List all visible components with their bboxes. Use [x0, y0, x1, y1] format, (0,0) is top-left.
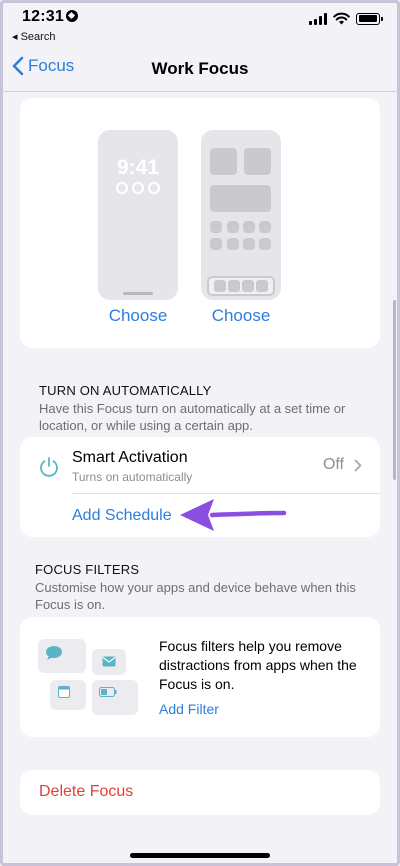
- smart-activation-title[interactable]: Smart Activation: [72, 449, 188, 467]
- filters-description: Focus filters help you remove distractio…: [159, 638, 357, 692]
- section-footer-auto: Have this Focus turn on automatically at…: [39, 401, 346, 433]
- battery-icon: [356, 12, 383, 25]
- app-tile: [227, 221, 239, 233]
- delete-focus-button[interactable]: Delete Focus: [39, 783, 133, 801]
- preview-home-bar: [123, 292, 153, 295]
- navigation-bar: Focus Work Focus: [0, 48, 400, 92]
- choose-lock-screen-button[interactable]: Choose: [93, 306, 183, 326]
- app-tile: [210, 238, 222, 250]
- app-tile: [243, 238, 255, 250]
- status-bar: 12:31 ◂ Search: [0, 0, 400, 48]
- status-time: 12:31: [22, 8, 64, 25]
- lock-screen-time: 9:41: [116, 156, 160, 179]
- add-filter-button[interactable]: Add Filter: [159, 701, 219, 717]
- app-tile: [243, 221, 255, 233]
- home-screen-preview[interactable]: [201, 130, 281, 300]
- filters-card: Focus filters help you remove distractio…: [20, 617, 380, 737]
- status-indicators: [309, 12, 383, 25]
- smart-activation-subtitle: Turns on automatically: [72, 470, 193, 484]
- calendar-filter-tile: [50, 680, 86, 710]
- mail-filter-tile: [92, 649, 126, 675]
- calendar-icon: [58, 686, 70, 698]
- scroll-indicator[interactable]: [393, 300, 396, 480]
- battery-filter-tile: [92, 680, 138, 715]
- location-icon: [66, 10, 78, 22]
- message-icon: [46, 646, 62, 660]
- lock-screen-preview[interactable]: 9:41: [98, 130, 178, 300]
- app-tile: [259, 221, 271, 233]
- screens-card: 9:41 Choose Choose: [20, 98, 380, 348]
- app-tile: [259, 238, 271, 250]
- wifi-icon: [333, 12, 350, 25]
- preview-dock: [207, 276, 275, 296]
- section-header-auto: TURN ON AUTOMATICALLY: [39, 383, 212, 398]
- signal-icon: [309, 12, 327, 25]
- app-tile: [227, 238, 239, 250]
- widget-tile: [210, 185, 271, 212]
- section-footer-filters: Customise how your apps and device behav…: [35, 580, 356, 612]
- widget-tile: [244, 148, 271, 175]
- delete-card: Delete Focus: [20, 770, 380, 815]
- battery-small-icon: [99, 687, 117, 697]
- widget-tile: [210, 148, 237, 175]
- arrow-annotation-icon: [180, 499, 287, 531]
- status-back-link[interactable]: ◂ Search: [12, 30, 55, 43]
- page-title: Work Focus: [151, 59, 249, 78]
- message-filter-tile: [38, 639, 86, 673]
- row-divider: [72, 493, 380, 494]
- home-indicator: [130, 853, 270, 858]
- choose-home-screen-button[interactable]: Choose: [196, 306, 286, 326]
- smart-activation-value: Off: [322, 456, 344, 473]
- power-icon: [40, 457, 58, 477]
- app-tile: [210, 221, 222, 233]
- lock-screen-widgets: [98, 182, 178, 194]
- chevron-right-icon: [354, 459, 362, 472]
- mail-icon: [102, 656, 116, 667]
- add-schedule-button[interactable]: Add Schedule: [72, 507, 172, 525]
- section-header-filters: FOCUS FILTERS: [35, 562, 140, 577]
